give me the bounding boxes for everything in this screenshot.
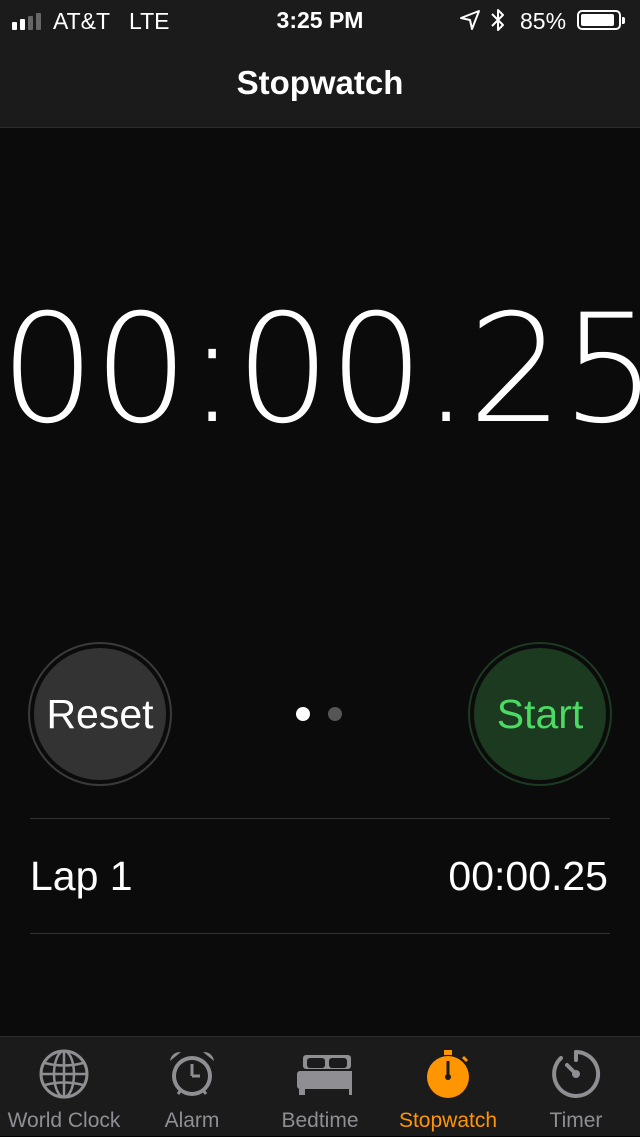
alarm-clock-icon (170, 1051, 214, 1096)
tab-label: Alarm (164, 1109, 220, 1132)
page-indicator[interactable] (296, 707, 342, 721)
globe-icon (39, 1049, 89, 1099)
tab-alarm[interactable]: Alarm (128, 1037, 256, 1137)
start-button[interactable]: Start (468, 642, 612, 786)
lap-divider-bottom (30, 933, 610, 934)
reset-button-label: Reset (34, 648, 166, 780)
page-dot-2 (328, 707, 342, 721)
tab-label: Stopwatch (398, 1109, 498, 1132)
bed-icon (297, 1055, 352, 1095)
stopwatch-display: 00:00.25 (0, 283, 640, 457)
location-arrow-icon (460, 10, 480, 30)
page-dot-1 (296, 707, 310, 721)
battery-percent: 85% (520, 8, 567, 34)
timer-icon (552, 1049, 601, 1098)
tab-label: Bedtime (281, 1109, 359, 1132)
status-bar: AT&T LTE 3:25 PM 85% (0, 0, 640, 40)
tab-bedtime[interactable]: Bedtime (256, 1037, 384, 1137)
start-button-label: Start (474, 648, 606, 780)
stopwatch-icon (427, 1050, 469, 1098)
tab-stopwatch[interactable]: Stopwatch (384, 1037, 512, 1137)
battery-icon (577, 10, 625, 30)
reset-button[interactable]: Reset (28, 642, 172, 786)
lap-label: Lap 1 (30, 853, 133, 899)
lap-time: 00:00.25 (448, 853, 608, 899)
tab-label: Timer (549, 1109, 603, 1132)
bluetooth-icon (491, 9, 504, 31)
tab-bar: World Clock Alarm Bedtime Stopwatch Time… (0, 1036, 640, 1136)
tab-world-clock[interactable]: World Clock (0, 1037, 128, 1137)
page-title: Stopwatch (236, 64, 404, 101)
lap-row: Lap 1 00:00.25 (30, 819, 608, 933)
navigation-bar: Stopwatch (0, 40, 640, 128)
tab-timer[interactable]: Timer (512, 1037, 640, 1137)
